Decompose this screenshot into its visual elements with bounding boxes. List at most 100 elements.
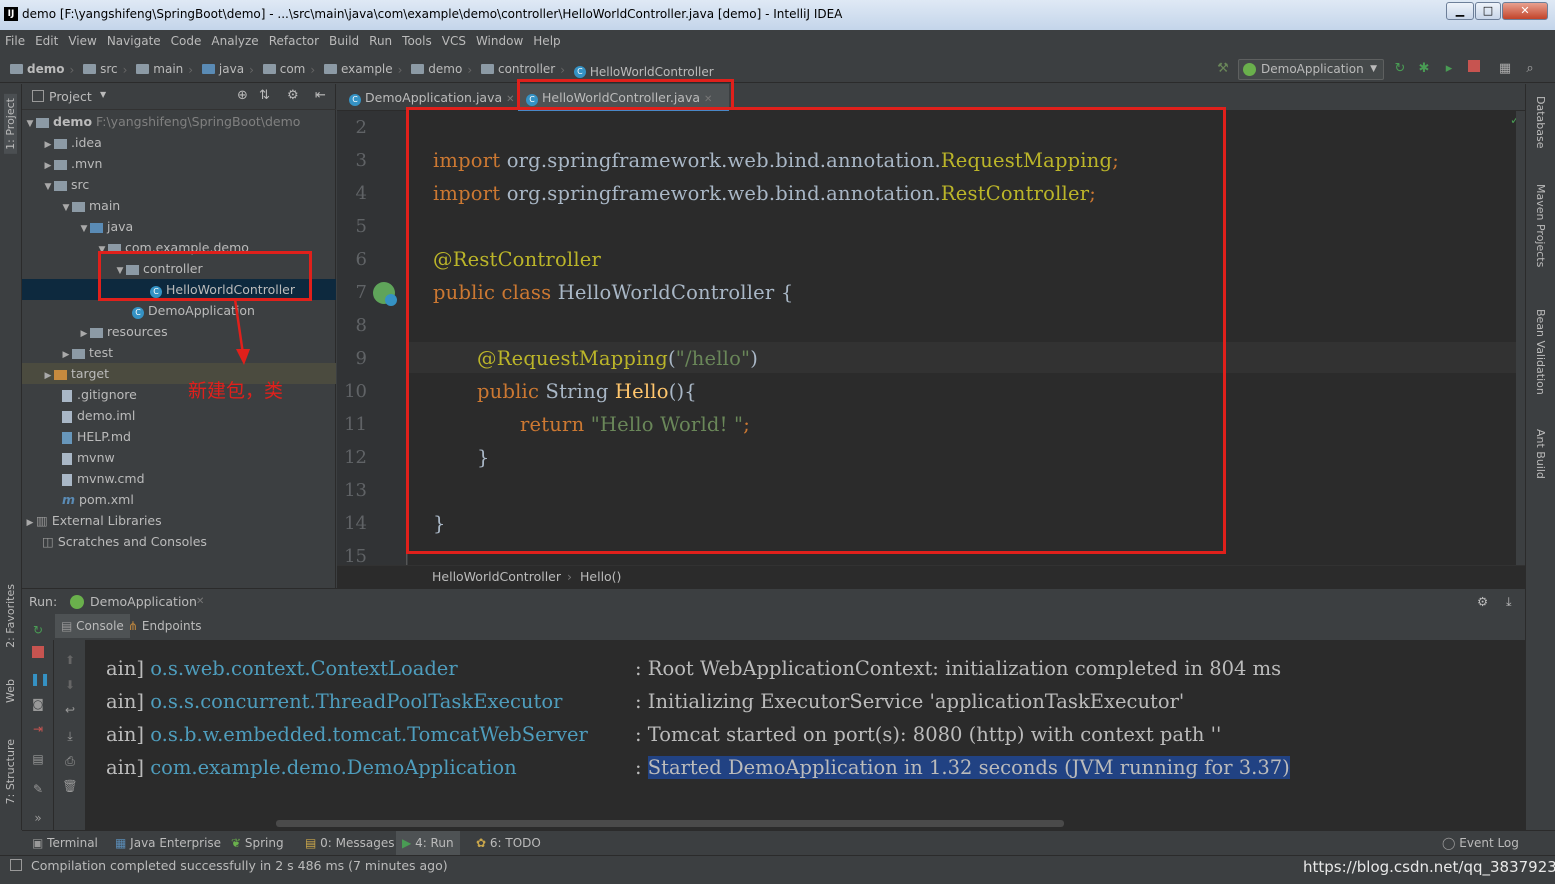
crumb-src[interactable]: src [79,55,122,83]
web-tool-tab[interactable]: Web [4,679,17,703]
rerun-icon[interactable]: ↻ [1391,60,1409,78]
menu-view[interactable]: View [63,30,101,52]
tree-item-demo[interactable]: ▼ demo F:\yangshifeng\SpringBoot\demo [22,111,336,132]
tree-item-gitignore[interactable]: .gitignore [22,384,336,405]
rerun-icon[interactable]: ↻ [30,622,46,638]
layout-icon[interactable]: ▤ [30,751,46,767]
breadcrumb-class[interactable]: HelloWorldController [432,566,561,588]
stop-icon[interactable] [30,646,46,662]
menu-refactor[interactable]: Refactor [264,30,324,52]
toolwindow-messages[interactable]: ▤ 0: Messages [305,831,395,855]
print-icon[interactable]: ⎙ [62,753,78,769]
gear-icon[interactable]: ⚙ [287,88,299,103]
crumb-demo-pkg[interactable]: demo [407,55,466,83]
toolwindow-terminal[interactable]: ▣ Terminal [32,831,98,855]
pause-icon[interactable]: ❚❚ [30,671,50,687]
debug-icon[interactable]: ✱ [1415,60,1433,78]
soft-wrap-icon[interactable]: ↩ [62,702,78,718]
crumb-main[interactable]: main [132,55,187,83]
run-config-select[interactable]: DemoApplication ▼ [1238,59,1384,80]
menu-run[interactable]: Run [364,30,397,52]
project-structure-icon[interactable]: ▦ [1496,60,1514,78]
tree-item-scratches[interactable]: ◫ Scratches and Consoles [22,531,336,552]
trash-icon[interactable]: 🗑 [62,778,78,794]
toolwindow-java-enterprise[interactable]: ▦ Java Enterprise [115,831,221,855]
menu-build[interactable]: Build [324,30,364,52]
tree-item-main[interactable]: ▼ main [22,195,336,216]
stop-icon[interactable] [1465,60,1483,78]
menu-window[interactable]: Window [471,30,528,52]
menu-file[interactable]: File [0,30,30,52]
ant-build-tool-tab[interactable]: Ant Build [1534,429,1547,479]
run-panel-header: Run: DemoApplication ✕ ⚙ ⤓ [22,588,1525,614]
toolwindow-event-log[interactable]: ◯ Event Log [1442,831,1519,855]
menu-navigate[interactable]: Navigate [102,30,166,52]
crumb-demo[interactable]: demo [6,55,68,83]
locate-icon[interactable]: ⊕ [237,88,248,103]
maximize-button[interactable]: □ [1475,2,1501,20]
tree-item-external-libraries[interactable]: ▶ ▥ External Libraries [22,510,336,531]
toolwindow-todo[interactable]: ✿ 6: TODO [476,831,541,855]
spring-bean-gutter-icon[interactable] [373,282,397,306]
subtab-console[interactable]: ▤ Console [55,614,130,638]
breadcrumb-method[interactable]: Hello() [580,566,621,588]
subtab-endpoints[interactable]: ⋔ Endpoints [128,614,202,638]
favorites-tool-tab[interactable]: 2: Favorites [4,584,17,648]
pin-icon[interactable]: ✎ [30,781,46,797]
tree-item-target[interactable]: ▶ target [22,363,336,384]
toolwindow-spring[interactable]: ❦ Spring [231,831,284,855]
menu-help[interactable]: Help [528,30,565,52]
java-enterprise-icon: ▦ [115,836,127,850]
tree-item-demo-iml[interactable]: demo.iml [22,405,336,426]
tree-item-mvn[interactable]: ▶ .mvn [22,153,336,174]
search-icon[interactable]: ⌕ [1521,60,1539,78]
gear-icon[interactable]: ⚙ [1477,589,1488,614]
project-view-select[interactable]: Project [49,89,92,104]
up-arrow-icon[interactable]: ⬆ [62,652,78,668]
structure-tool-tab[interactable]: 7: Structure [4,739,17,804]
tree-item-src[interactable]: ▼ src [22,174,336,195]
crumb-java[interactable]: java [198,55,248,83]
hide-icon[interactable]: ⇤ [315,88,326,103]
run-subtab-bar: ▤ Console ⋔ Endpoints [22,614,1525,640]
more-icon[interactable]: » [30,810,46,826]
console-output[interactable]: ain] o.s.web.context.ContextLoader : Roo… [86,640,1525,830]
tree-item-java[interactable]: ▼ java [22,216,336,237]
tree-item-help-md[interactable]: HELP.md [22,426,336,447]
project-tool-tab[interactable]: 1: Project [4,94,17,154]
layout-toggle-icon[interactable] [10,859,22,871]
menu-tools[interactable]: Tools [397,30,437,52]
close-icon[interactable]: ✕ [506,94,514,105]
crumb-example[interactable]: example [320,55,397,83]
tree-item-resources[interactable]: ▶ resources [22,321,336,342]
run-tab-demoapplication[interactable]: DemoApplication [90,589,197,614]
camera-icon[interactable]: ◙ [30,696,46,712]
bean-validation-tool-tab[interactable]: Bean Validation [1534,309,1547,395]
menu-analyze[interactable]: Analyze [206,30,263,52]
tree-item-test[interactable]: ▶ test [22,342,336,363]
coverage-icon[interactable]: ▸ [1440,60,1458,78]
minimize-button[interactable]: ▁ [1446,2,1474,20]
tree-item-mvnw-cmd[interactable]: mvnw.cmd [22,468,336,489]
tree-item-mvnw[interactable]: mvnw [22,447,336,468]
exit-icon[interactable]: ⇥ [30,721,46,737]
hide-panel-icon[interactable]: ⤓ [1506,589,1512,614]
database-tool-tab[interactable]: Database [1534,96,1547,149]
tree-item-idea[interactable]: ▶ .idea [22,132,336,153]
scroll-end-icon[interactable]: ⤓ [62,728,78,744]
horizontal-scrollbar[interactable] [276,820,1064,827]
close-icon[interactable]: ✕ [196,589,204,614]
console-line: ain] o.s.b.w.embedded.tomcat.TomcatWebSe… [106,723,588,746]
build-hammer-icon[interactable]: ⚒ [1214,60,1232,78]
collapse-icon[interactable]: ⇅ [259,88,270,103]
tree-item-demoapplication[interactable]: C DemoApplication [22,300,336,321]
close-button[interactable]: ✕ [1502,2,1548,20]
menu-code[interactable]: Code [166,30,207,52]
crumb-com[interactable]: com [259,55,310,83]
tree-item-pom-xml[interactable]: m pom.xml [22,489,336,510]
maven-tool-tab[interactable]: Maven Projects [1534,184,1547,267]
menu-vcs[interactable]: VCS [437,30,471,52]
menu-edit[interactable]: Edit [30,30,63,52]
toolwindow-run[interactable]: ▶ 4: Run [396,831,460,855]
down-arrow-icon[interactable]: ⬇ [62,677,78,693]
